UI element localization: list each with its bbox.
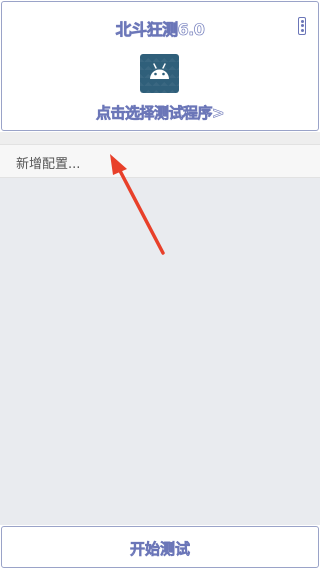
menu-dot — [300, 24, 304, 28]
config-list-area: 新增配置... — [0, 132, 320, 525]
add-config-label: 新增配置... — [16, 157, 81, 172]
menu-dot — [300, 19, 304, 23]
header-panel: 北斗狂测6.0 点击选择测试程序> — [1, 1, 319, 131]
android-icon[interactable] — [140, 54, 179, 93]
app-screen: 北斗狂测6.0 点击选择测试程序> 新增配置... 开始测试 — [0, 0, 320, 569]
list-top-spacer — [0, 132, 320, 144]
android-robot-glyph — [150, 63, 169, 79]
app-title: 北斗狂测6.0 — [115, 20, 205, 40]
add-config-item[interactable]: 新增配置... — [0, 144, 320, 178]
start-test-button[interactable]: 开始测试 — [1, 526, 319, 568]
menu-dot — [300, 29, 304, 33]
more-vertical-icon[interactable] — [298, 17, 306, 35]
select-test-app-link[interactable]: 点击选择测试程序> — [2, 102, 318, 123]
start-test-label: 开始测试 — [129, 540, 191, 559]
